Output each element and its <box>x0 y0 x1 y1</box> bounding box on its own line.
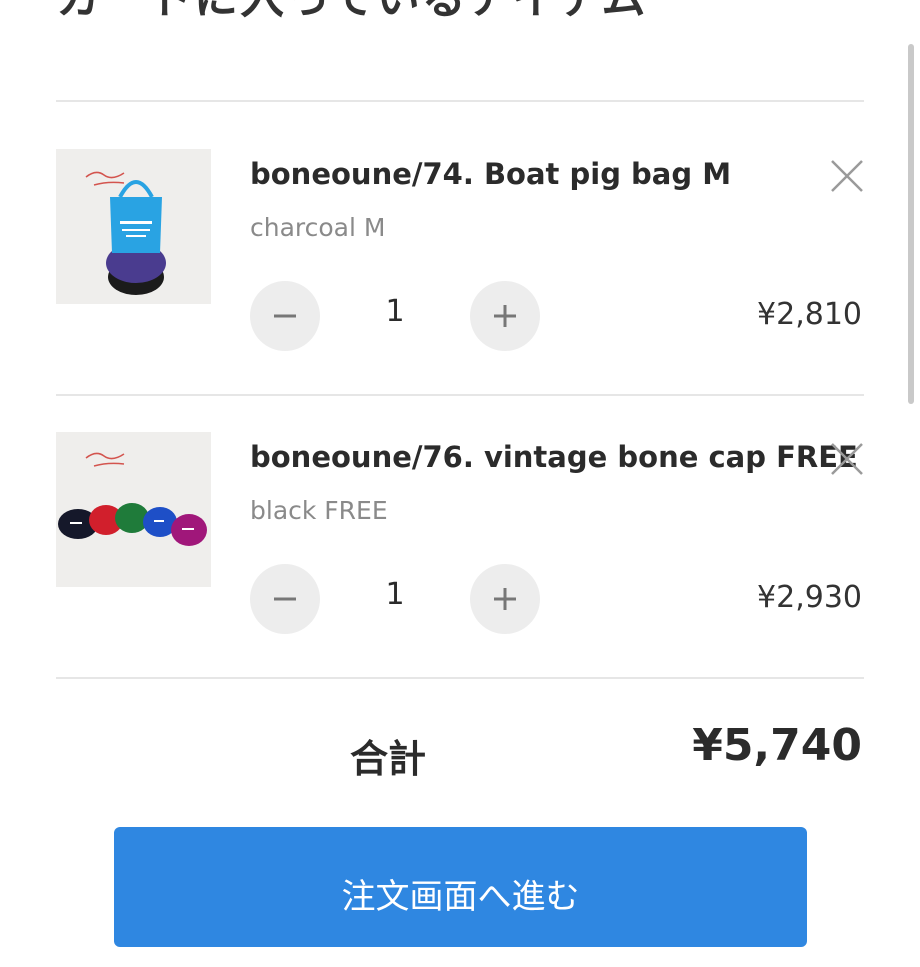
product-variant: charcoal M <box>250 213 386 242</box>
increase-quantity-button[interactable] <box>470 564 540 634</box>
divider <box>56 677 864 679</box>
decrease-quantity-button[interactable] <box>250 564 320 634</box>
product-variant: black FREE <box>250 496 388 525</box>
quantity-value: 1 <box>385 294 405 329</box>
quantity-value: 1 <box>385 577 405 612</box>
page-title: カートに入っているアイテム <box>56 0 647 26</box>
total-label: 合計 <box>350 737 427 781</box>
plus-icon <box>494 588 516 610</box>
checkout-button[interactable]: 注文画面へ進む <box>114 827 807 947</box>
divider <box>56 394 864 396</box>
item-price: ¥2,810 <box>757 297 862 332</box>
cart-item: boneoune/74. Boat pig bag M charcoal M 1… <box>0 149 920 429</box>
divider <box>56 100 864 102</box>
product-thumbnail-tote-bag[interactable] <box>56 149 211 304</box>
total-value: ¥5,740 <box>692 720 862 771</box>
decrease-quantity-button[interactable] <box>250 281 320 351</box>
cart-item: boneoune/76. vintage bone cap FREE black… <box>0 432 920 712</box>
product-name[interactable]: boneoune/74. Boat pig bag M <box>250 157 731 191</box>
close-icon[interactable] <box>829 441 865 477</box>
minus-icon <box>274 314 296 318</box>
product-name[interactable]: boneoune/76. vintage bone cap FREE <box>250 440 858 474</box>
minus-icon <box>274 597 296 601</box>
item-price: ¥2,930 <box>757 580 862 615</box>
plus-icon <box>494 305 516 327</box>
close-icon[interactable] <box>829 158 865 194</box>
product-thumbnail-caps[interactable] <box>56 432 211 587</box>
increase-quantity-button[interactable] <box>470 281 540 351</box>
